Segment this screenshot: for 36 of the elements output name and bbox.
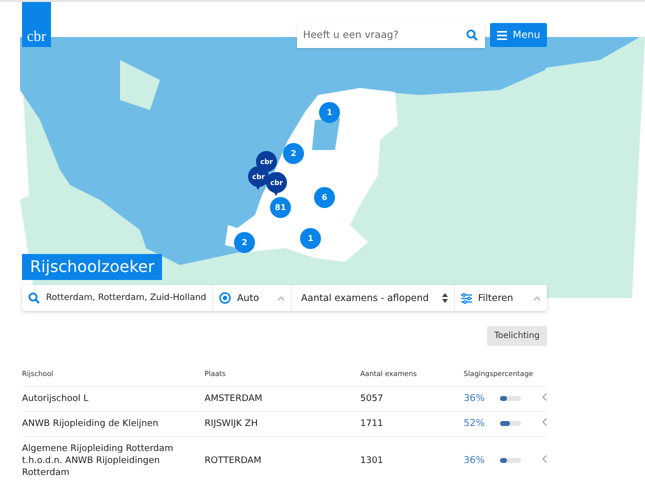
- pass-rate: 36%: [464, 393, 486, 405]
- menu-icon: [496, 30, 507, 40]
- location-value: Rotterdam, Rotterdam, Zuid-Holland: [46, 293, 206, 303]
- sort-icon: [442, 293, 448, 303]
- pass-rate: 52%: [464, 418, 486, 430]
- place-cell: ROTTERDAM: [204, 436, 360, 485]
- target-icon: [219, 292, 231, 304]
- place-cell: AMSTERDAM: [204, 386, 360, 412]
- pass-rate-bar: [500, 396, 521, 402]
- exam-count-cell: 1711: [360, 412, 464, 436]
- school-name-cell: Algemene Rijopleiding Rotterdam t.h.o.d.n. ANWB Rijopleidingen Rotterdam: [22, 436, 205, 485]
- vehicle-dropdown[interactable]: Auto: [213, 285, 292, 311]
- menu-button[interactable]: Menu: [490, 23, 547, 47]
- pass-rate: 36%: [464, 455, 486, 467]
- filter-dropdown[interactable]: Filteren: [455, 285, 547, 311]
- explanation-button[interactable]: Toelichting: [487, 326, 547, 346]
- chevron-left-icon[interactable]: [542, 418, 547, 426]
- pass-rate-bar: [500, 458, 521, 464]
- search-field[interactable]: Heeft u een vraag?: [297, 24, 485, 48]
- location-field[interactable]: Rotterdam, Rotterdam, Zuid-Holland: [22, 285, 213, 311]
- logo[interactable]: cbr: [22, 2, 51, 47]
- search-icon: [466, 29, 478, 41]
- exam-count-cell: 5057: [360, 386, 464, 412]
- school-name-cell: ANWB Rijopleiding de Kleijnen: [22, 412, 205, 436]
- pass-rate-bar: [500, 421, 521, 426]
- page-title: Rijschoolzoeker: [22, 254, 162, 280]
- search-icon: [28, 292, 40, 304]
- chevron-up-icon: [277, 296, 285, 300]
- chevron-left-icon[interactable]: [542, 455, 547, 463]
- exam-count-cell: 1301: [360, 436, 464, 485]
- sort-dropdown[interactable]: Aantal examens - aflopend: [292, 285, 455, 311]
- school-name-cell: Autorijschool L: [22, 386, 205, 412]
- place-cell: RIJSWIJK ZH: [204, 412, 360, 436]
- sliders-icon: [461, 292, 472, 304]
- chevron-up-icon: [533, 296, 541, 300]
- chevron-left-icon[interactable]: [542, 393, 547, 401]
